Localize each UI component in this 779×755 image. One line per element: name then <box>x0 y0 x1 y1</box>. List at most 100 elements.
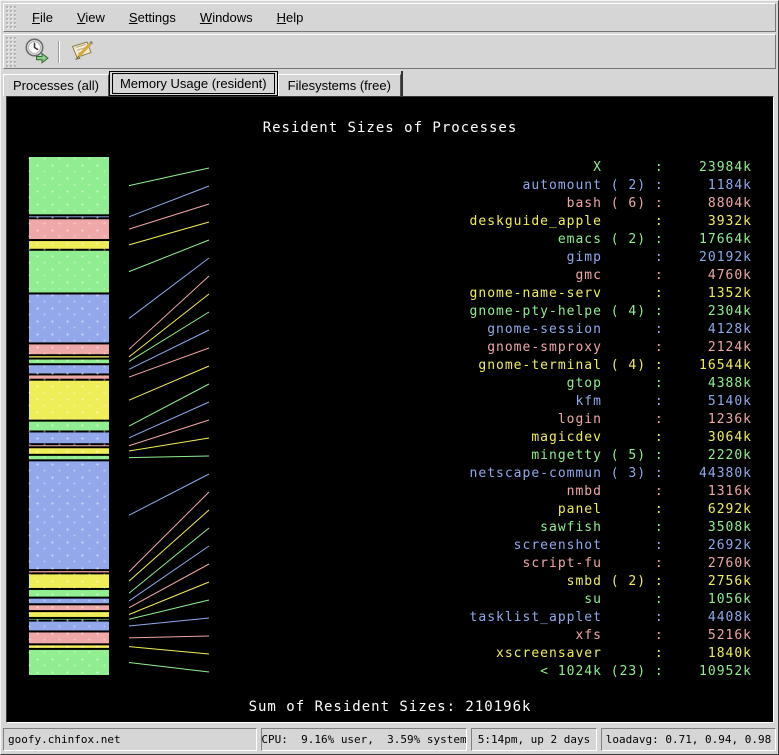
bar-segment-netscape-commun <box>29 461 110 570</box>
tab-processes-all[interactable]: Processes (all) <box>3 74 109 96</box>
process-row-kfm: kfm : 5140k <box>470 393 752 411</box>
bar-segment-gnome-smproxy <box>29 375 110 379</box>
connector-line-x <box>129 168 209 186</box>
bar-segment-bash <box>29 219 110 240</box>
bar-segment-gnome-session <box>29 365 110 374</box>
connector-line-netscape-commun <box>129 474 209 515</box>
cpu-usage-panel: CPU: 9.16% user, 3.59% system <box>261 728 467 751</box>
menu-settings[interactable]: Settings <box>117 6 188 29</box>
process-row-script-fu: script-fu : 2760k <box>470 555 752 573</box>
status-bar: goofy.chinfox.net CPU: 9.16% user, 3.59%… <box>3 728 776 751</box>
bar-segment-sawfish <box>29 589 110 597</box>
bar-segment-gnome-pty-helpe <box>29 359 110 364</box>
sum-label: Sum of Resident Sizes: 210196k <box>7 699 773 715</box>
bar-segment-xfs <box>29 632 110 644</box>
loadavg-text: loadavg: 0.71, 0.94, 0.98 <box>606 733 772 746</box>
cpu-usage-text: CPU: 9.16% user, 3.59% system <box>261 733 466 746</box>
process-row-tasklist-applet: tasklist_applet : 4408k <box>470 609 752 627</box>
process-row-login: login : 1236k <box>470 411 752 429</box>
bar-segment-gnome-name-serv <box>29 356 110 358</box>
process-row-panel: panel : 6292k <box>470 501 752 519</box>
bar-segment-1024k <box>29 649 110 675</box>
hostname-text: goofy.chinfox.net <box>8 733 121 746</box>
connector-line-mingetty <box>129 456 209 458</box>
connector-line-tasklist-applet <box>129 618 209 626</box>
connector-line-gnome-smproxy <box>129 348 209 377</box>
menubar-grip-handle[interactable] <box>5 5 16 30</box>
process-row-xscreensaver: xscreensaver : 1840k <box>470 645 752 663</box>
connector-line-automount <box>129 186 209 217</box>
menu-bar: FileViewSettingsWindowsHelp <box>3 3 776 32</box>
process-row-gnome-pty-helpe: gnome-pty-helpe ( 4) : 2304k <box>470 303 752 321</box>
process-row-bash: bash ( 6) : 8804k <box>470 195 752 213</box>
process-row-su: su : 1056k <box>470 591 752 609</box>
tab-label: Processes (all) <box>13 78 99 93</box>
process-row-automount: automount ( 2) : 1184k <box>470 177 752 195</box>
menu-items: FileViewSettingsWindowsHelp <box>20 4 315 31</box>
connector-line-magicdev <box>129 438 209 451</box>
bar-segment-xscreensaver <box>29 645 110 649</box>
process-row-gnome-session: gnome-session : 4128k <box>470 321 752 339</box>
process-row-sawfish: sawfish : 3508k <box>470 519 752 537</box>
bar-segment-kfm <box>29 432 110 444</box>
toolbar-clock-button[interactable] <box>20 37 52 67</box>
bar-segment-panel <box>29 574 110 589</box>
bar-segment-emacs <box>29 250 110 293</box>
connector-line-sawfish <box>129 528 209 593</box>
bar-segment-deskguide-apple <box>29 241 110 250</box>
tab-row-end-divider <box>401 71 403 96</box>
bar-segment-magicdev <box>29 448 110 455</box>
connector-line-1024k <box>129 662 209 672</box>
bar-segment-x <box>29 157 110 215</box>
bar-segment-screenshot <box>29 598 110 604</box>
bar-segment-gimp <box>29 294 110 343</box>
hostname-panel: goofy.chinfox.net <box>3 728 257 751</box>
process-row-gtop: gtop : 4388k <box>470 375 752 393</box>
bar-segment-login <box>29 445 110 447</box>
connector-line-gnome-name-serv <box>129 294 209 357</box>
loadavg-panel: loadavg: 0.71, 0.94, 0.98 <box>601 728 776 751</box>
process-row-gimp: gimp : 20192k <box>470 249 752 267</box>
gtop-window: FileViewSettingsWindowsHelp <box>0 0 779 755</box>
time-uptime-panel: 5:14pm, up 2 days <box>471 728 597 751</box>
connector-line-gnome-terminal <box>129 366 209 400</box>
connector-line-screenshot <box>129 546 209 601</box>
connector-line-xscreensaver <box>129 647 209 654</box>
bar-segment-automount <box>29 216 110 218</box>
process-row-gmc: gmc : 4760k <box>470 267 752 285</box>
process-row-gnome-name-serv: gnome-name-serv : 1352k <box>470 285 752 303</box>
bar-segment-tasklist-applet <box>29 621 110 631</box>
toolbar-note-button[interactable] <box>66 37 98 67</box>
clock-forward-icon <box>23 37 50 67</box>
bar-segment-script-fu <box>29 605 110 611</box>
tab-label: Filesystems (free) <box>288 78 391 93</box>
process-row-netscape-commun: netscape-commun ( 3) : 44380k <box>470 465 752 483</box>
menu-view[interactable]: View <box>65 6 117 29</box>
connector-line-nmbd <box>129 492 209 572</box>
process-row-gnome-terminal: gnome-terminal ( 4) : 16544k <box>470 357 752 375</box>
connector-line-gnome-session <box>129 330 209 369</box>
toolbar-grip-handle[interactable] <box>5 36 16 67</box>
tab-label: Memory Usage (resident) <box>112 73 275 94</box>
connector-line-xfs <box>129 636 209 638</box>
time-uptime-text: 5:14pm, up 2 days <box>478 733 591 746</box>
menu-file[interactable]: File <box>20 6 65 29</box>
toolbar-separator <box>58 41 60 63</box>
bar-segment-mingetty <box>29 455 110 459</box>
menu-windows[interactable]: Windows <box>188 6 265 29</box>
bar-segment-gtop <box>29 421 110 431</box>
menu-help[interactable]: Help <box>265 6 316 29</box>
process-row-gnome-smproxy: gnome-smproxy : 2124k <box>470 339 752 357</box>
tab-filesystems-free[interactable]: Filesystems (free) <box>278 74 401 96</box>
tab-bar: Processes (all) Memory Usage (resident) Fi… <box>3 71 403 96</box>
process-row-deskguide-apple: deskguide_apple : 3932k <box>470 213 752 231</box>
process-row-xfs: xfs : 5216k <box>470 627 752 645</box>
process-row-magicdev: magicdev : 3064k <box>470 429 752 447</box>
process-row-x: X : 23984k <box>470 159 752 177</box>
tab-memory-usage-resident[interactable]: Memory Usage (resident) <box>109 71 278 96</box>
process-row-mingetty: mingetty ( 5) : 2220k <box>470 447 752 465</box>
toolbar <box>3 34 776 69</box>
bar-segment-su <box>29 618 110 620</box>
process-row-1024k: < 1024k (23) : 10952k <box>470 663 752 681</box>
bar-segment-nmbd <box>29 571 110 573</box>
